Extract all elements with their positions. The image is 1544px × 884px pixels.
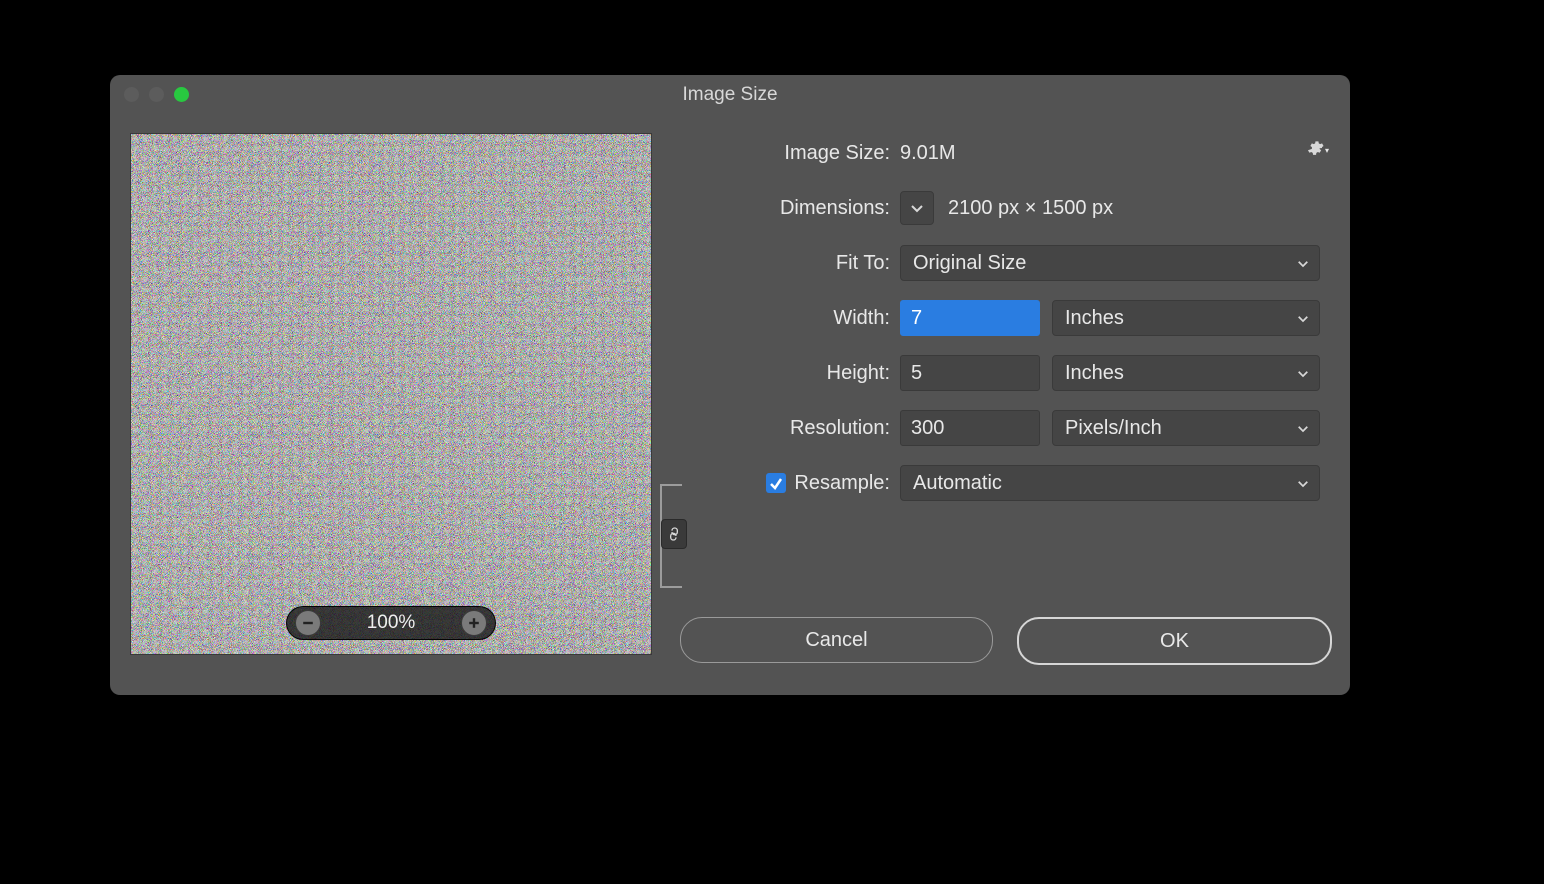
height-unit-value: Inches [1065, 362, 1124, 385]
titlebar: Image Size [110, 75, 1350, 115]
window-title: Image Size [110, 84, 1350, 106]
resolution-input[interactable] [900, 410, 1040, 446]
chevron-down-icon [1297, 252, 1309, 275]
constrain-bracket [652, 484, 696, 584]
chevron-down-icon [1297, 472, 1309, 495]
zoom-in-button[interactable] [461, 610, 487, 636]
image-size-dialog: Image Size 100% [110, 75, 1350, 695]
height-unit-select[interactable]: Inches [1052, 355, 1320, 391]
settings-panel: ▾ Image Size: 9.01M Dimensions: 2100 px … [680, 133, 1332, 677]
resample-label: Resample: [794, 472, 890, 495]
preview-image [131, 134, 651, 654]
resolution-unit-value: Pixels/Inch [1065, 417, 1162, 440]
dimensions-unit-dropdown[interactable] [900, 191, 934, 225]
fit-to-value: Original Size [913, 252, 1026, 275]
preview-area[interactable]: 100% [130, 133, 652, 655]
cancel-button[interactable]: Cancel [680, 617, 993, 663]
resample-value: Automatic [913, 472, 1002, 495]
dimensions-label: Dimensions: [680, 197, 900, 220]
dialog-footer: Cancel OK [680, 617, 1332, 665]
link-icon [666, 524, 682, 544]
width-unit-select[interactable]: Inches [1052, 300, 1320, 336]
fit-to-label: Fit To: [680, 252, 900, 275]
check-icon [769, 476, 783, 490]
zoom-controls: 100% [286, 606, 496, 640]
zoom-out-button[interactable] [295, 610, 321, 636]
minimize-window-button[interactable] [149, 87, 164, 102]
resample-checkbox[interactable] [766, 473, 786, 493]
chevron-down-icon [1297, 307, 1309, 330]
fit-to-select[interactable]: Original Size [900, 245, 1320, 281]
zoom-level: 100% [367, 612, 416, 634]
width-input[interactable] [900, 300, 1040, 336]
image-size-label: Image Size: [680, 142, 900, 165]
ok-button-label: OK [1160, 630, 1189, 653]
width-label: Width: [680, 307, 900, 330]
maximize-window-button[interactable] [174, 87, 189, 102]
chevron-down-icon [1297, 417, 1309, 440]
resample-select[interactable]: Automatic [900, 465, 1320, 501]
gear-caret-icon: ▾ [1325, 146, 1329, 155]
image-size-value: 9.01M [900, 142, 956, 165]
constrain-proportions-button[interactable] [661, 519, 687, 549]
window-controls [124, 87, 189, 102]
height-label: Height: [680, 362, 900, 385]
resolution-label: Resolution: [680, 417, 900, 440]
chevron-down-icon [1297, 362, 1309, 385]
close-window-button[interactable] [124, 87, 139, 102]
ok-button[interactable]: OK [1017, 617, 1332, 665]
width-unit-value: Inches [1065, 307, 1124, 330]
gear-icon [1306, 139, 1324, 157]
height-input[interactable] [900, 355, 1040, 391]
cancel-button-label: Cancel [805, 629, 867, 652]
settings-gear-button[interactable]: ▾ [1306, 139, 1332, 159]
resolution-unit-select[interactable]: Pixels/Inch [1052, 410, 1320, 446]
dimensions-value: 2100 px × 1500 px [948, 197, 1113, 220]
